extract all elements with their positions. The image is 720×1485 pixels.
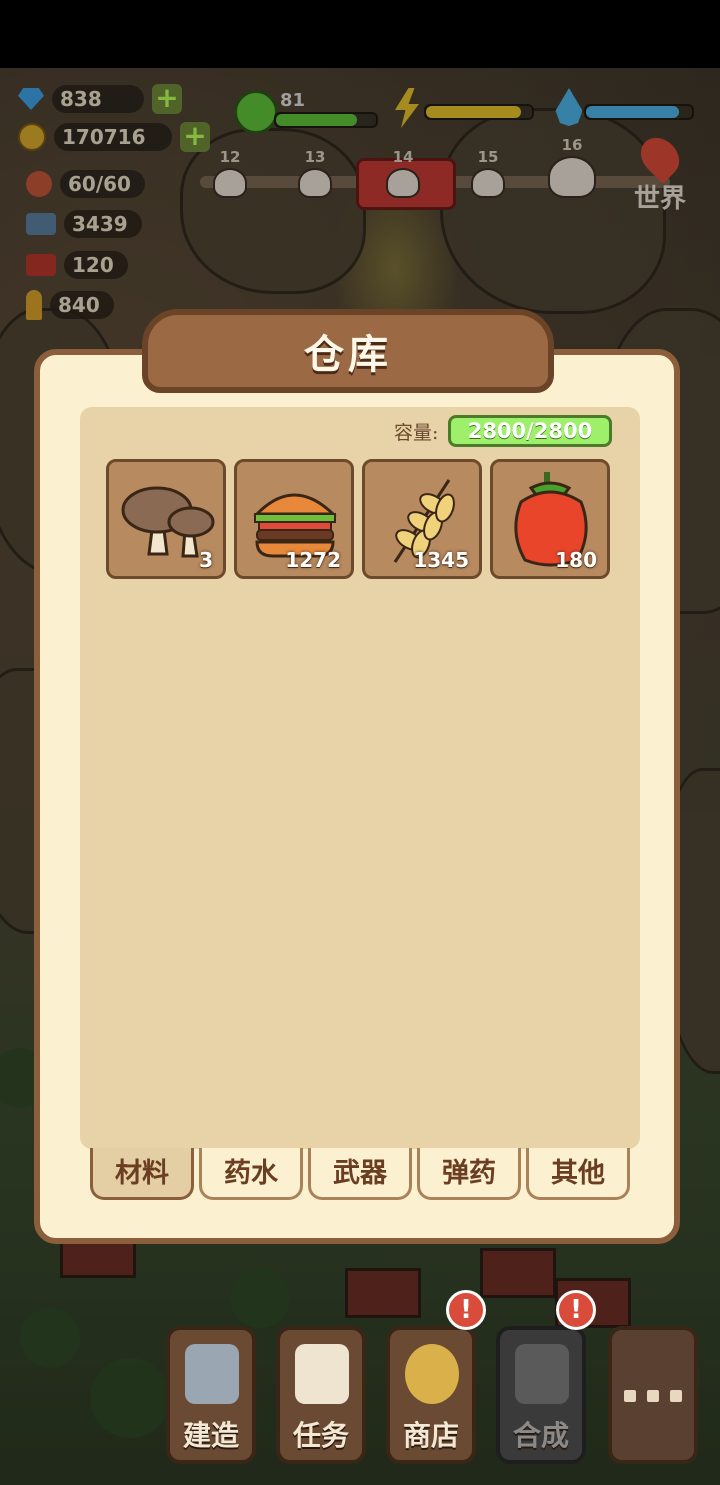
- shop-alert-badge: !: [446, 1290, 486, 1330]
- capacity-label: 容量:: [394, 422, 439, 444]
- scroll-icon: [295, 1344, 349, 1404]
- item-quantity: 3: [199, 548, 213, 572]
- shop-label: 商店: [402, 1419, 459, 1452]
- tab-materials[interactable]: 材料: [90, 1148, 194, 1200]
- inventory-slot-mushroom[interactable]: 3: [106, 459, 226, 579]
- status-bar: [0, 0, 720, 68]
- shovel-icon: [185, 1344, 239, 1404]
- item-quantity: 180: [555, 548, 597, 572]
- tab-potions[interactable]: 药水: [199, 1148, 303, 1200]
- more-button[interactable]: [608, 1326, 698, 1464]
- build-button[interactable]: 建造: [166, 1326, 256, 1464]
- craft-alert-badge: !: [556, 1290, 596, 1330]
- inventory-slot-bell-pepper[interactable]: 180: [490, 459, 610, 579]
- lock-icon: [515, 1344, 569, 1404]
- more-icon: [624, 1390, 682, 1402]
- tab-weapons[interactable]: 武器: [308, 1148, 412, 1200]
- inventory-slot-wheat[interactable]: 1345: [362, 459, 482, 579]
- tasks-label: 任务: [292, 1419, 349, 1452]
- capacity-bar: 2800/2800: [448, 415, 612, 447]
- inventory-slot-burger[interactable]: 1272: [234, 459, 354, 579]
- craft-button-locked[interactable]: 合成: [496, 1326, 586, 1464]
- item-quantity: 1272: [285, 548, 341, 572]
- shop-button[interactable]: 商店: [386, 1326, 476, 1464]
- tasks-button[interactable]: 任务: [276, 1326, 366, 1464]
- build-label: 建造: [182, 1419, 239, 1452]
- tab-ammo[interactable]: 弹药: [417, 1148, 521, 1200]
- coins-pile-icon: [405, 1344, 459, 1404]
- craft-label: 合成: [512, 1419, 569, 1452]
- tab-other[interactable]: 其他: [526, 1148, 630, 1200]
- warehouse-title: 仓库: [142, 309, 554, 393]
- item-quantity: 1345: [413, 548, 469, 572]
